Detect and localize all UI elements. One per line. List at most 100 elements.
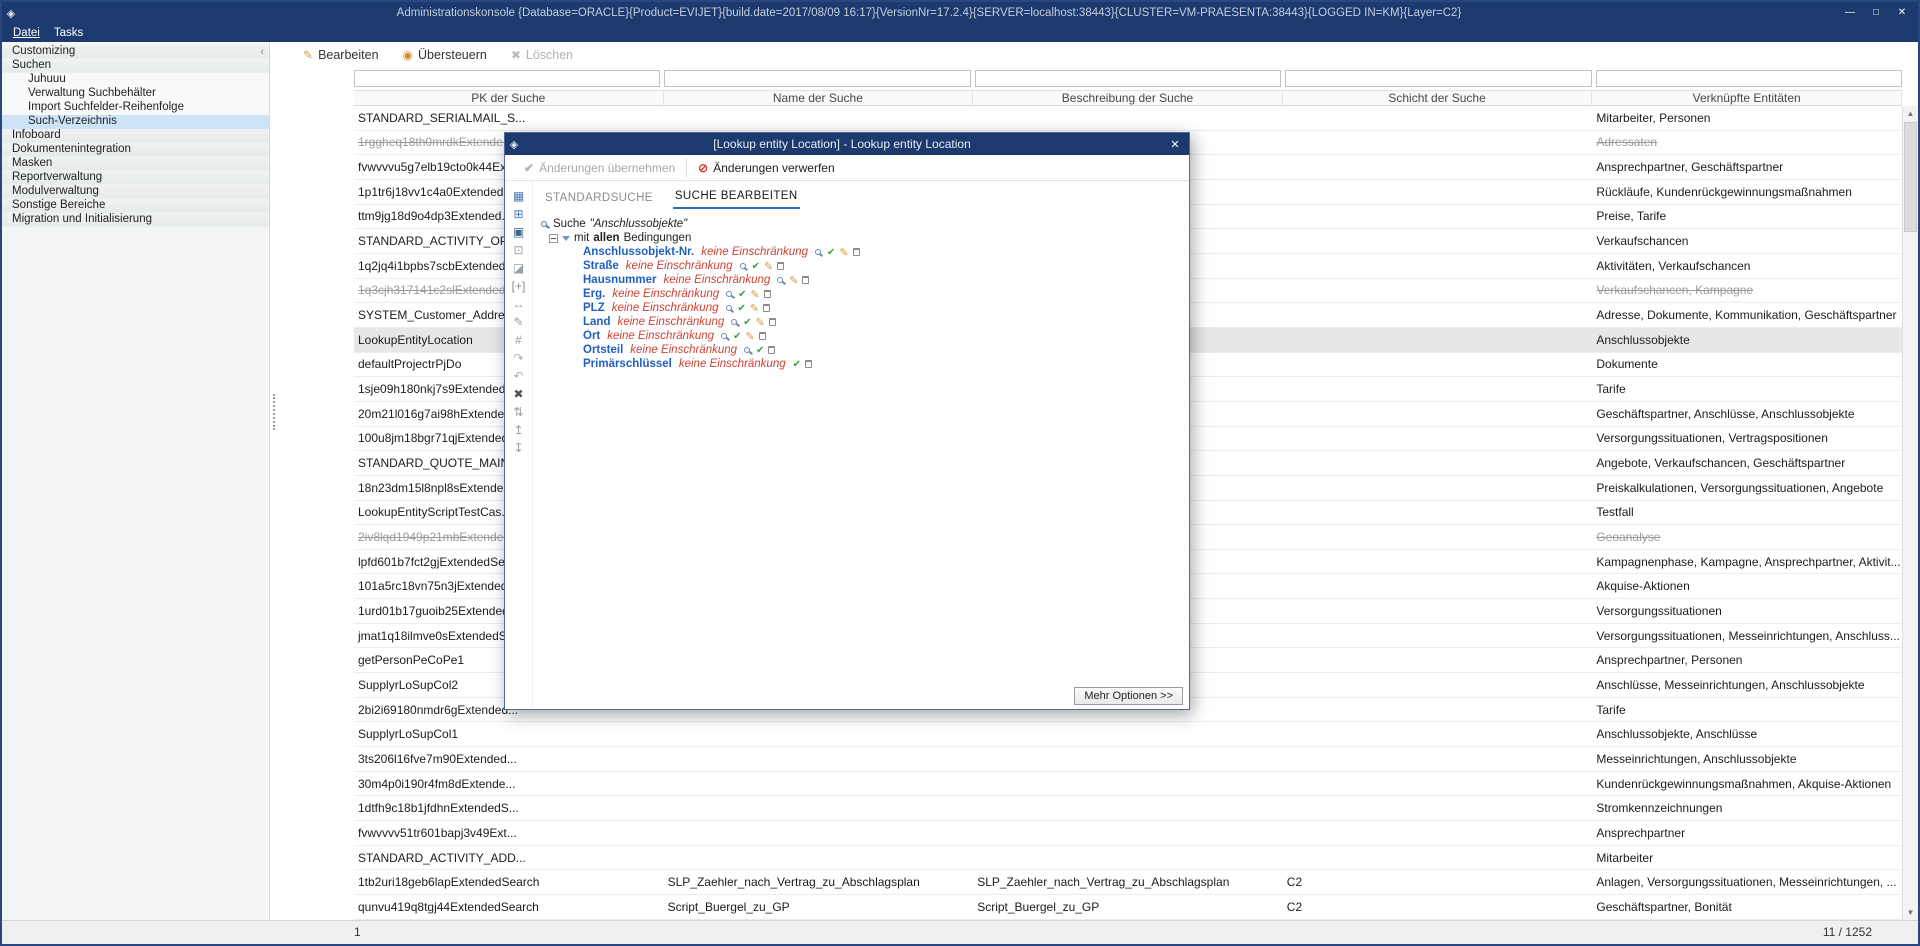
trash-icon[interactable] <box>777 262 784 270</box>
trash-icon[interactable] <box>769 318 776 326</box>
pencil-icon[interactable] <box>745 330 754 343</box>
check-icon[interactable] <box>743 316 751 328</box>
column-header[interactable]: Verknüpfte Entitäten <box>1592 91 1902 105</box>
scroll-up-icon[interactable] <box>1903 106 1918 121</box>
tree-group-row[interactable]: mit allen Bedingungen <box>539 231 1189 245</box>
export-icon[interactable]: ⊡ <box>513 243 523 257</box>
more-options-button[interactable]: Mehr Optionen >> <box>1074 687 1183 705</box>
check-icon[interactable] <box>738 302 746 314</box>
condition-ortsteil[interactable]: Ortsteil keine Einschränkung <box>539 343 1189 357</box>
column-filter-input[interactable] <box>664 70 970 87</box>
condition-hausnummer[interactable]: Hausnummer keine Einschränkung <box>539 273 1189 287</box>
sidebar-item-verwaltung-suchbeh-lter[interactable]: Verwaltung Suchbehälter <box>2 87 269 101</box>
table-icon[interactable]: ▦ <box>513 189 524 203</box>
override-button[interactable]: ◉ Übersteuern <box>394 46 496 64</box>
move-down-icon[interactable]: ↧ <box>513 441 523 455</box>
pencil-icon[interactable] <box>756 316 765 329</box>
scrollbar-thumb[interactable] <box>1904 122 1917 232</box>
condition-anschlussobjekt-nr[interactable]: Anschlussobjekt-Nr. keine Einschränkung <box>539 245 1189 259</box>
search-icon[interactable] <box>740 263 746 269</box>
column-filter-input[interactable] <box>975 70 1281 87</box>
minimize-button[interactable]: — <box>1838 5 1862 21</box>
search-icon[interactable] <box>744 347 750 353</box>
sidebar-item-such-verzeichnis[interactable]: Such-Verzeichnis <box>2 115 269 129</box>
column-filter-input[interactable] <box>1596 70 1902 87</box>
sidebar-item-sonstige-bereiche[interactable]: Sonstige Bereiche <box>2 199 269 213</box>
splitter-handle-icon[interactable] <box>273 394 275 430</box>
column-filter-input[interactable] <box>354 70 660 87</box>
splitter[interactable] <box>270 42 278 920</box>
sidebar-item-migration-und-initialisierung[interactable]: Migration und Initialisierung <box>2 213 269 227</box>
row-fvwvvvv51tr601bapj3v49ext[interactable]: fvwvvvv51tr601bapj3v49Ext... Ansprechpar… <box>354 821 1902 846</box>
condition-erg[interactable]: Erg. keine Einschränkung <box>539 287 1189 301</box>
trash-icon[interactable] <box>802 276 809 284</box>
pencil-icon[interactable] <box>751 288 760 301</box>
search-icon[interactable] <box>815 249 821 255</box>
row-standard-serialmail-s[interactable]: STANDARD_SERIALMAIL_S... Mitarbeiter, Pe… <box>354 106 1902 131</box>
trash-icon[interactable] <box>768 346 775 354</box>
row-1tb2uri18geb6lapextendedsearch[interactable]: 1tb2uri18geb6lapExtendedSearch SLP_Zaehl… <box>354 870 1902 895</box>
delete-button[interactable]: ✖ Löschen <box>502 46 582 64</box>
pencil-icon[interactable] <box>789 274 798 287</box>
apply-changes-button[interactable]: ✔ Änderungen übernehmen <box>513 158 686 178</box>
swap-icon[interactable]: ↔ <box>513 297 525 311</box>
check-icon[interactable] <box>827 246 835 258</box>
sidebar-item-suchen[interactable]: Suchen <box>2 59 269 73</box>
sidebar-item-reportverwaltung[interactable]: Reportverwaltung <box>2 171 269 185</box>
edit-button[interactable]: ✎ Bearbeiten <box>294 46 388 64</box>
check-icon[interactable] <box>756 344 764 356</box>
trash-icon[interactable] <box>759 332 766 340</box>
pencil-icon[interactable] <box>750 302 759 315</box>
menu-datei[interactable]: Datei <box>6 24 47 42</box>
close-button[interactable]: ✕ <box>1890 5 1914 21</box>
row-supplyrlosupcol1[interactable]: SupplyrLoSupCol1 Anschlussobjekte, Ansch… <box>354 722 1902 747</box>
row-30m4p0i190r4fm8dextende[interactable]: 30m4p0i190r4fm8dExtende... Kundenrückgew… <box>354 772 1902 797</box>
column-header[interactable]: Schicht der Suche <box>1283 91 1593 105</box>
condition-prim-rschl-ssel[interactable]: Primärschlüssel keine Einschränkung <box>539 357 1189 371</box>
delete-icon[interactable]: ✖ <box>513 387 523 401</box>
grid-icon[interactable]: # <box>515 333 522 347</box>
search-icon[interactable] <box>731 319 737 325</box>
sidebar-item-dokumentenintegration[interactable]: Dokumentenintegration <box>2 143 269 157</box>
pencil-icon[interactable] <box>764 260 773 273</box>
reorder-icon[interactable]: ⇅ <box>513 405 523 419</box>
discard-changes-button[interactable]: ⊘ Änderungen verwerfen <box>686 158 845 178</box>
search-icon[interactable] <box>721 333 727 339</box>
row-qunvu419q8tgj44extendedsearch[interactable]: qunvu419q8tgj44ExtendedSearch Script_Bue… <box>354 895 1902 920</box>
search-icon[interactable] <box>726 291 732 297</box>
search-icon[interactable] <box>777 277 783 283</box>
collapse-expander-icon[interactable] <box>549 234 558 243</box>
column-header[interactable]: Name der Suche <box>664 91 974 105</box>
insert-field-icon[interactable]: [+] <box>512 279 526 293</box>
sidebar-item-import-suchfelder-reihenfolge[interactable]: Import Suchfelder-Reihenfolge <box>2 101 269 115</box>
condition-plz[interactable]: PLZ keine Einschränkung <box>539 301 1189 315</box>
row-3ts206l16fve7m90extended[interactable]: 3ts206l16fve7m90Extended... Messeinricht… <box>354 747 1902 772</box>
trash-icon[interactable] <box>853 248 860 256</box>
menu-tasks[interactable]: Tasks <box>47 24 90 42</box>
vertical-scrollbar[interactable] <box>1902 106 1918 920</box>
trash-icon[interactable] <box>805 360 812 368</box>
condition-stra-e[interactable]: Straße keine Einschränkung <box>539 259 1189 273</box>
column-filter-input[interactable] <box>1285 70 1591 87</box>
pencil-icon[interactable] <box>839 246 848 259</box>
move-up-icon[interactable]: ↥ <box>513 423 523 437</box>
undo-icon[interactable]: ↶ <box>513 369 523 383</box>
search-icon[interactable] <box>726 305 732 311</box>
tab-suche-bearbeiten[interactable]: SUCHE BEARBEITEN <box>673 186 800 209</box>
split-view-icon[interactable]: ◪ <box>513 261 524 275</box>
sidebar-item-infoboard[interactable]: Infoboard <box>2 129 269 143</box>
scroll-down-icon[interactable] <box>1903 905 1918 920</box>
column-header[interactable]: Beschreibung der Suche <box>973 91 1283 105</box>
save-icon[interactable]: ▣ <box>513 225 524 239</box>
sidebar-item-masken[interactable]: Masken <box>2 157 269 171</box>
check-icon[interactable] <box>793 358 801 370</box>
sidebar-item-juhuuu[interactable]: Juhuuu <box>2 73 269 87</box>
table-add-icon[interactable]: ⊞ <box>513 207 523 221</box>
trash-icon[interactable] <box>764 290 771 298</box>
column-header[interactable]: PK der Suche <box>354 91 664 105</box>
condition-land[interactable]: Land keine Einschränkung <box>539 315 1189 329</box>
condition-ort[interactable]: Ort keine Einschränkung <box>539 329 1189 343</box>
edit-icon[interactable]: ✎ <box>513 315 523 329</box>
trash-icon[interactable] <box>763 304 770 312</box>
row-standard-activity-add[interactable]: STANDARD_ACTIVITY_ADD... Mitarbeiter <box>354 846 1902 871</box>
